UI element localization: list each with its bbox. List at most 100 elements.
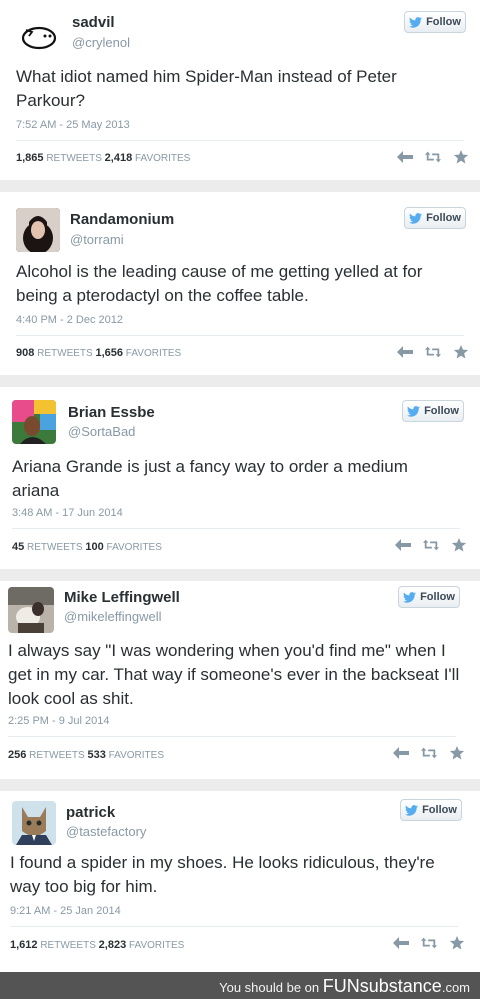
retweet-count[interactable]: 908: [16, 347, 34, 359]
display-name[interactable]: sadvil: [72, 14, 115, 31]
watermark-suffix: .com: [441, 980, 470, 995]
timestamp[interactable]: 7:52 AM - 25 May 2013: [16, 119, 130, 131]
reply-icon[interactable]: [392, 745, 410, 761]
tweet-text: What idiot named him Spider-Man instead …: [16, 67, 397, 110]
tweet-text: I always say "I was wondering when you'd…: [8, 641, 460, 708]
tweet-actions: [396, 344, 470, 360]
reply-icon[interactable]: [392, 935, 410, 951]
follow-button[interactable]: Follow: [400, 799, 462, 821]
watermark-brand: FUNsubstance: [322, 976, 442, 996]
display-name[interactable]: Brian Essbe: [68, 404, 155, 421]
tweet-stats: 256 RETWEETS 533 FAVORITES: [8, 749, 164, 761]
retweet-icon[interactable]: [424, 149, 442, 165]
follow-label: Follow: [426, 16, 461, 28]
retweets-label: RETWEETS: [46, 153, 102, 164]
tweet-stats: 1,865 RETWEETS 2,418 FAVORITES: [16, 152, 190, 164]
separator: [0, 569, 480, 581]
twitter-bird-icon: [407, 405, 421, 417]
tweet-stats: 45 RETWEETS 100 FAVORITES: [12, 541, 162, 553]
timestamp[interactable]: 9:21 AM - 25 Jan 2014: [10, 905, 121, 917]
timestamp[interactable]: 3:48 AM - 17 Jun 2014: [12, 507, 123, 519]
follow-label: Follow: [422, 804, 457, 816]
follow-button[interactable]: Follow: [404, 207, 466, 229]
tweet-actions: [396, 149, 470, 165]
reply-icon[interactable]: [396, 344, 414, 360]
avatar[interactable]: [16, 14, 60, 58]
favorites-label: FAVORITES: [125, 348, 182, 359]
favorite-star-icon[interactable]: [452, 344, 470, 360]
favorite-count[interactable]: 2,418: [105, 152, 133, 164]
favorites-label: FAVORITES: [108, 750, 165, 761]
tweet-card: sadvil @crylenol Follow What idiot named…: [0, 0, 480, 180]
display-name[interactable]: patrick: [66, 804, 115, 821]
favorites-label: FAVORITES: [134, 153, 191, 164]
tweet-card: Brian Essbe @SortaBad Follow Ariana Gran…: [0, 387, 480, 569]
retweet-icon[interactable]: [420, 935, 438, 951]
retweet-count[interactable]: 1,865: [16, 152, 44, 164]
divider: [8, 736, 456, 737]
retweet-icon[interactable]: [420, 745, 438, 761]
handle[interactable]: @torrami: [70, 232, 124, 247]
tweet-actions: [392, 935, 466, 951]
favorite-star-icon[interactable]: [452, 149, 470, 165]
reply-icon[interactable]: [396, 149, 414, 165]
divider: [16, 335, 464, 336]
separator: [0, 375, 480, 387]
retweets-label: RETWEETS: [27, 542, 83, 553]
retweet-icon[interactable]: [422, 537, 440, 553]
retweet-count[interactable]: 1,612: [10, 939, 38, 951]
tweet-text: Ariana Grande is just a fancy way to ord…: [12, 457, 408, 500]
favorite-count[interactable]: 2,823: [99, 939, 127, 951]
retweets-label: RETWEETS: [29, 750, 85, 761]
tweet-actions: [392, 745, 466, 761]
handle[interactable]: @crylenol: [72, 35, 130, 50]
display-name[interactable]: Randamonium: [70, 211, 174, 228]
follow-button[interactable]: Follow: [404, 11, 466, 33]
handle[interactable]: @SortaBad: [68, 424, 135, 439]
display-name[interactable]: Mike Leffingwell: [64, 589, 180, 606]
avatar[interactable]: [8, 587, 54, 633]
timestamp[interactable]: 2:25 PM - 9 Jul 2014: [8, 715, 110, 727]
follow-button[interactable]: Follow: [398, 586, 460, 608]
avatar[interactable]: [16, 208, 60, 252]
tweet-stats: 1,612 RETWEETS 2,823 FAVORITES: [10, 939, 184, 951]
retweets-label: RETWEETS: [37, 348, 93, 359]
retweet-icon[interactable]: [424, 344, 442, 360]
retweets-label: RETWEETS: [40, 940, 96, 951]
tweet-text: Alcohol is the leading cause of me getti…: [16, 262, 423, 305]
tweet-card: Randamonium @torrami Follow Alcohol is t…: [0, 192, 480, 375]
separator: [0, 180, 480, 192]
twitter-bird-icon: [409, 212, 423, 224]
timestamp[interactable]: 4:40 PM - 2 Dec 2012: [16, 314, 123, 326]
tweet-actions: [394, 537, 468, 553]
handle[interactable]: @mikeleffingwell: [64, 609, 162, 624]
follow-label: Follow: [420, 591, 455, 603]
tweet-stats: 908 RETWEETS 1,656 FAVORITES: [16, 347, 181, 359]
follow-label: Follow: [426, 212, 461, 224]
tweet-text: I found a spider in my shoes. He looks r…: [10, 853, 435, 896]
tweet-card: patrick @tastefactory Follow I found a s…: [0, 791, 480, 972]
favorite-star-icon[interactable]: [448, 935, 466, 951]
handle[interactable]: @tastefactory: [66, 824, 146, 839]
favorite-count[interactable]: 100: [85, 541, 103, 553]
avatar[interactable]: [12, 400, 56, 444]
favorite-star-icon[interactable]: [448, 745, 466, 761]
divider: [12, 528, 460, 529]
favorite-count[interactable]: 533: [87, 749, 105, 761]
favorite-star-icon[interactable]: [450, 537, 468, 553]
twitter-bird-icon: [409, 16, 423, 28]
favorite-count[interactable]: 1,656: [95, 347, 123, 359]
watermark-prefix: You should be on: [219, 980, 320, 995]
follow-label: Follow: [424, 405, 459, 417]
follow-button[interactable]: Follow: [402, 400, 464, 422]
retweet-count[interactable]: 45: [12, 541, 24, 553]
twitter-bird-icon: [403, 591, 417, 603]
separator: [0, 779, 480, 791]
retweet-count[interactable]: 256: [8, 749, 26, 761]
watermark-text: You should be on FUNsubstance.com: [219, 976, 470, 997]
avatar[interactable]: [12, 801, 56, 845]
divider: [16, 140, 464, 141]
watermark-footer: You should be on FUNsubstance.com: [0, 972, 480, 999]
divider: [10, 926, 458, 927]
reply-icon[interactable]: [394, 537, 412, 553]
